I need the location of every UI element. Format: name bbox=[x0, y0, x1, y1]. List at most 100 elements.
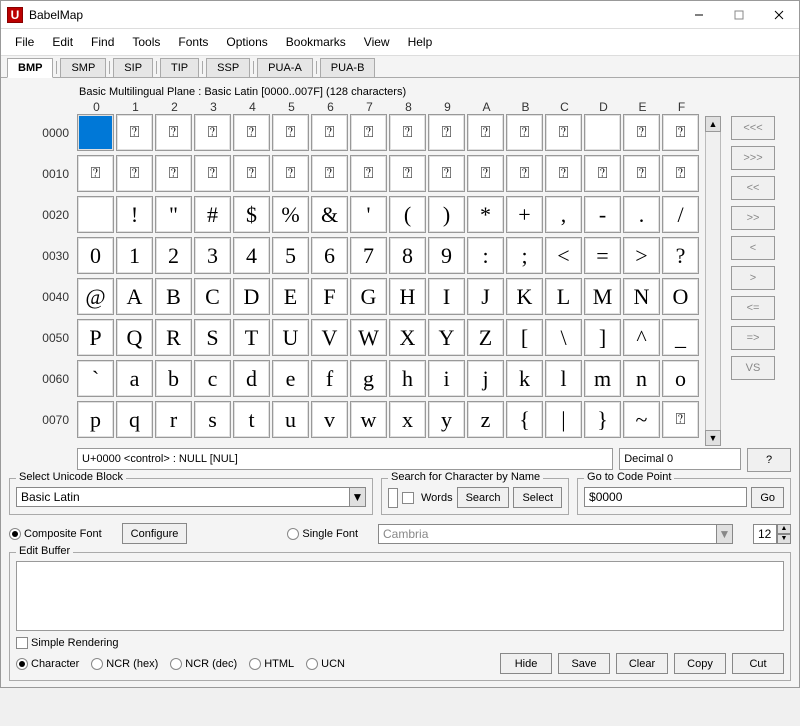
nav-next-page[interactable]: >> bbox=[731, 206, 775, 230]
nav-le[interactable]: <= bbox=[731, 296, 775, 320]
char-cell[interactable]: w bbox=[350, 401, 387, 438]
char-cell[interactable]: i bbox=[428, 360, 465, 397]
char-cell[interactable]: v bbox=[311, 401, 348, 438]
menu-tools[interactable]: Tools bbox=[124, 33, 168, 51]
menu-view[interactable]: View bbox=[356, 33, 398, 51]
char-cell[interactable]: ⍰ bbox=[272, 155, 309, 192]
char-cell[interactable] bbox=[77, 114, 114, 151]
char-cell[interactable]: ⍰ bbox=[155, 114, 192, 151]
char-cell[interactable]: Y bbox=[428, 319, 465, 356]
char-cell[interactable]: U bbox=[272, 319, 309, 356]
char-cell[interactable]: 9 bbox=[428, 237, 465, 274]
char-cell[interactable]: $ bbox=[233, 196, 270, 233]
hide-button[interactable]: Hide bbox=[500, 653, 552, 674]
char-cell[interactable]: / bbox=[662, 196, 699, 233]
char-cell[interactable]: I bbox=[428, 278, 465, 315]
nav-next[interactable]: > bbox=[731, 266, 775, 290]
composite-font-radio[interactable]: Composite Font bbox=[9, 528, 102, 540]
char-cell[interactable]: ; bbox=[506, 237, 543, 274]
char-cell[interactable]: x bbox=[389, 401, 426, 438]
char-cell[interactable]: 1 bbox=[116, 237, 153, 274]
save-button[interactable]: Save bbox=[558, 653, 610, 674]
char-cell[interactable]: & bbox=[311, 196, 348, 233]
char-cell[interactable]: D bbox=[233, 278, 270, 315]
char-cell[interactable]: < bbox=[545, 237, 582, 274]
char-cell[interactable]: ⍰ bbox=[545, 155, 582, 192]
font-size-value[interactable]: 12 bbox=[753, 524, 777, 544]
char-cell[interactable]: a bbox=[116, 360, 153, 397]
char-cell[interactable]: t bbox=[233, 401, 270, 438]
char-cell[interactable]: 4 bbox=[233, 237, 270, 274]
char-cell[interactable]: g bbox=[350, 360, 387, 397]
char-cell[interactable]: K bbox=[506, 278, 543, 315]
menu-fonts[interactable]: Fonts bbox=[170, 33, 216, 51]
char-cell[interactable]: 0 bbox=[77, 237, 114, 274]
char-cell[interactable]: 2 bbox=[155, 237, 192, 274]
char-cell[interactable]: J bbox=[467, 278, 504, 315]
char-cell[interactable]: R bbox=[155, 319, 192, 356]
spin-up-icon[interactable]: ▲ bbox=[777, 524, 791, 534]
search-button[interactable]: Search bbox=[457, 487, 510, 508]
fmt-html-radio[interactable]: HTML bbox=[249, 658, 294, 670]
char-cell[interactable]: \ bbox=[545, 319, 582, 356]
char-cell[interactable]: @ bbox=[77, 278, 114, 315]
maximize-button[interactable] bbox=[719, 1, 759, 29]
char-cell[interactable]: Z bbox=[467, 319, 504, 356]
nav-prev-page[interactable]: << bbox=[731, 176, 775, 200]
char-cell[interactable]: 7 bbox=[350, 237, 387, 274]
char-cell[interactable]: ? bbox=[662, 237, 699, 274]
char-cell[interactable]: ⍰ bbox=[662, 114, 699, 151]
char-cell[interactable]: f bbox=[311, 360, 348, 397]
nav-ge[interactable]: => bbox=[731, 326, 775, 350]
char-cell[interactable]: = bbox=[584, 237, 621, 274]
char-cell[interactable]: ⍰ bbox=[506, 114, 543, 151]
char-cell[interactable]: q bbox=[116, 401, 153, 438]
char-cell[interactable]: ⍰ bbox=[662, 401, 699, 438]
menu-find[interactable]: Find bbox=[83, 33, 122, 51]
char-cell[interactable]: r bbox=[155, 401, 192, 438]
close-button[interactable] bbox=[759, 1, 799, 29]
char-cell[interactable]: ⍰ bbox=[311, 155, 348, 192]
char-cell[interactable]: 6 bbox=[311, 237, 348, 274]
fmt-ncr-dec-radio[interactable]: NCR (dec) bbox=[170, 658, 237, 670]
char-cell[interactable]: A bbox=[116, 278, 153, 315]
tab-pua-a[interactable]: PUA-A bbox=[257, 58, 313, 77]
spin-down-icon[interactable]: ▼ bbox=[777, 534, 791, 544]
char-cell[interactable]: 5 bbox=[272, 237, 309, 274]
go-button[interactable]: Go bbox=[751, 487, 784, 508]
char-cell[interactable]: L bbox=[545, 278, 582, 315]
char-cell[interactable]: ⍰ bbox=[623, 155, 660, 192]
char-cell[interactable]: ⍰ bbox=[467, 155, 504, 192]
char-cell[interactable] bbox=[584, 114, 621, 151]
char-cell[interactable]: ⍰ bbox=[194, 114, 231, 151]
char-cell[interactable]: p bbox=[77, 401, 114, 438]
char-cell[interactable]: W bbox=[350, 319, 387, 356]
char-cell[interactable]: b bbox=[155, 360, 192, 397]
char-cell[interactable]: T bbox=[233, 319, 270, 356]
char-cell[interactable] bbox=[77, 196, 114, 233]
tab-bmp[interactable]: BMP bbox=[7, 58, 53, 78]
select-button[interactable]: Select bbox=[513, 487, 562, 508]
char-cell[interactable]: ` bbox=[77, 360, 114, 397]
help-button[interactable]: ? bbox=[747, 448, 791, 472]
char-cell[interactable]: k bbox=[506, 360, 543, 397]
clear-button[interactable]: Clear bbox=[616, 653, 668, 674]
tab-smp[interactable]: SMP bbox=[60, 58, 106, 77]
char-cell[interactable]: S bbox=[194, 319, 231, 356]
char-cell[interactable]: * bbox=[467, 196, 504, 233]
fmt-ncr-hex-radio[interactable]: NCR (hex) bbox=[91, 658, 158, 670]
char-cell[interactable]: ⍰ bbox=[350, 114, 387, 151]
char-cell[interactable]: Q bbox=[116, 319, 153, 356]
char-cell[interactable]: F bbox=[311, 278, 348, 315]
font-size-spinner[interactable]: 12 ▲▼ bbox=[753, 524, 791, 544]
char-cell[interactable]: s bbox=[194, 401, 231, 438]
goto-input[interactable]: $0000 bbox=[584, 487, 747, 507]
char-cell[interactable]: ' bbox=[350, 196, 387, 233]
fmt-character-radio[interactable]: Character bbox=[16, 658, 79, 670]
char-cell[interactable]: ⍰ bbox=[623, 114, 660, 151]
cut-button[interactable]: Cut bbox=[732, 653, 784, 674]
char-cell[interactable]: ⍰ bbox=[233, 155, 270, 192]
char-cell[interactable]: c bbox=[194, 360, 231, 397]
char-cell[interactable]: ⍰ bbox=[389, 114, 426, 151]
search-input[interactable] bbox=[388, 488, 398, 508]
